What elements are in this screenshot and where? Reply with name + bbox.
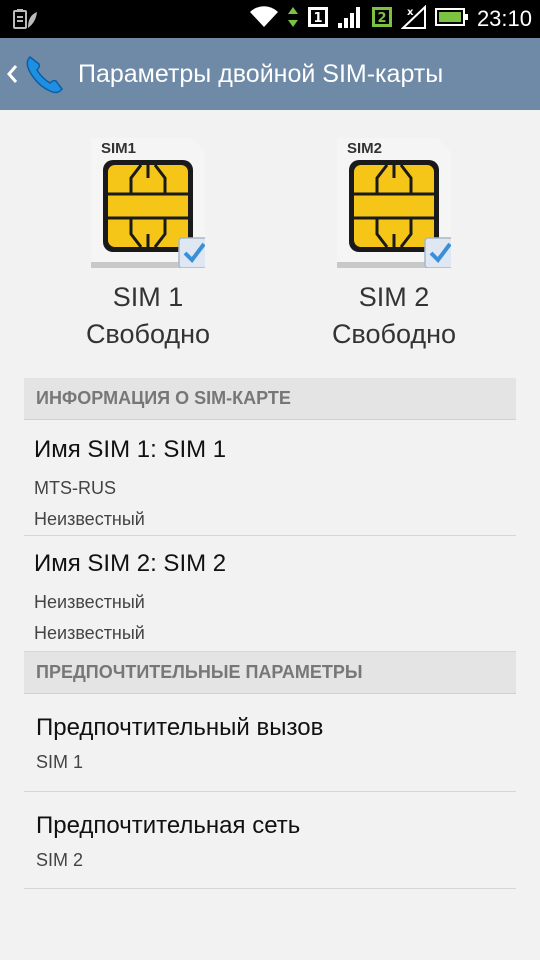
list-item-preferred-network[interactable]: Предпочтительная сеть SIM 2 [24,792,516,889]
battery-saver-icon [12,8,38,30]
sim2-operator: Неизвестный [34,592,145,612]
phone-app-icon[interactable] [20,49,70,99]
sim1-operator: MTS-RUS [34,478,116,498]
preferred-network-value: SIM 2 [36,850,84,870]
action-bar: Параметры двойной SIM-карты [0,38,540,110]
wifi-icon [249,5,279,33]
sim2-name: SIM 2 [358,282,430,312]
sim1-card-group[interactable]: SIM1 SIM 1 Свободно [48,138,248,350]
list-item-sim2-info[interactable]: Имя SIM 2: SIM 2 Неизвестный Неизвестный [24,536,516,652]
section-header-preferences: ПРЕДПОЧТИТЕЛЬНЫЕ ПАРАМЕТРЫ [24,652,516,694]
sim2-badge: 2 [371,5,393,33]
sim1-status: Свободно [85,319,211,349]
svg-text:x: x [407,7,414,18]
sim2-network-type: Неизвестный [34,623,145,643]
list-item-preferred-call[interactable]: Предпочтительный вызов SIM 1 [24,694,516,792]
sim1-badge: 1 [307,5,329,33]
sim1-chip-label: SIM1 [101,140,137,157]
list-item-sim1-info[interactable]: Имя SIM 1: SIM 1 MTS-RUS Неизвестный [24,420,516,536]
sim1-card-icon: SIM1 [91,138,210,269]
sim1-signal-icon [337,5,363,33]
svg-text:2: 2 [377,11,386,26]
status-time: 23:10 [476,6,532,31]
section-header-sim-info: ИНФОРМАЦИЯ О SIM-КАРТЕ [24,378,516,420]
sim2-info-title: Имя SIM 2: SIM 2 [34,550,227,577]
preferred-network-title: Предпочтительная сеть [36,812,301,839]
sim1-name: SIM 1 [112,282,184,312]
preferred-call-value: SIM 1 [36,752,84,772]
sim2-no-signal-icon: x [400,4,427,33]
sim2-card-icon: SIM2 [337,138,456,269]
sim2-card-group[interactable]: SIM2 SIM 2 Свободно [294,138,494,350]
sim-cards-area: SIM1 SIM 1 Свободно SIM2 SIM 2 Свободно [0,110,540,378]
status-bar: 1 2 x 23:10 [0,0,540,38]
sim2-status: Свободно [331,319,457,349]
sim1-network-type: Неизвестный [34,509,145,529]
data-arrows-icon [287,5,299,33]
sim1-info-title: Имя SIM 1: SIM 1 [34,436,227,463]
sim2-chip-label: SIM2 [347,140,383,157]
preferred-call-title: Предпочтительный вызов [36,714,324,741]
back-chevron-icon[interactable] [4,63,20,85]
svg-text:1: 1 [313,11,322,26]
page-title: Параметры двойной SIM-карты [78,59,444,88]
battery-icon [434,5,469,33]
